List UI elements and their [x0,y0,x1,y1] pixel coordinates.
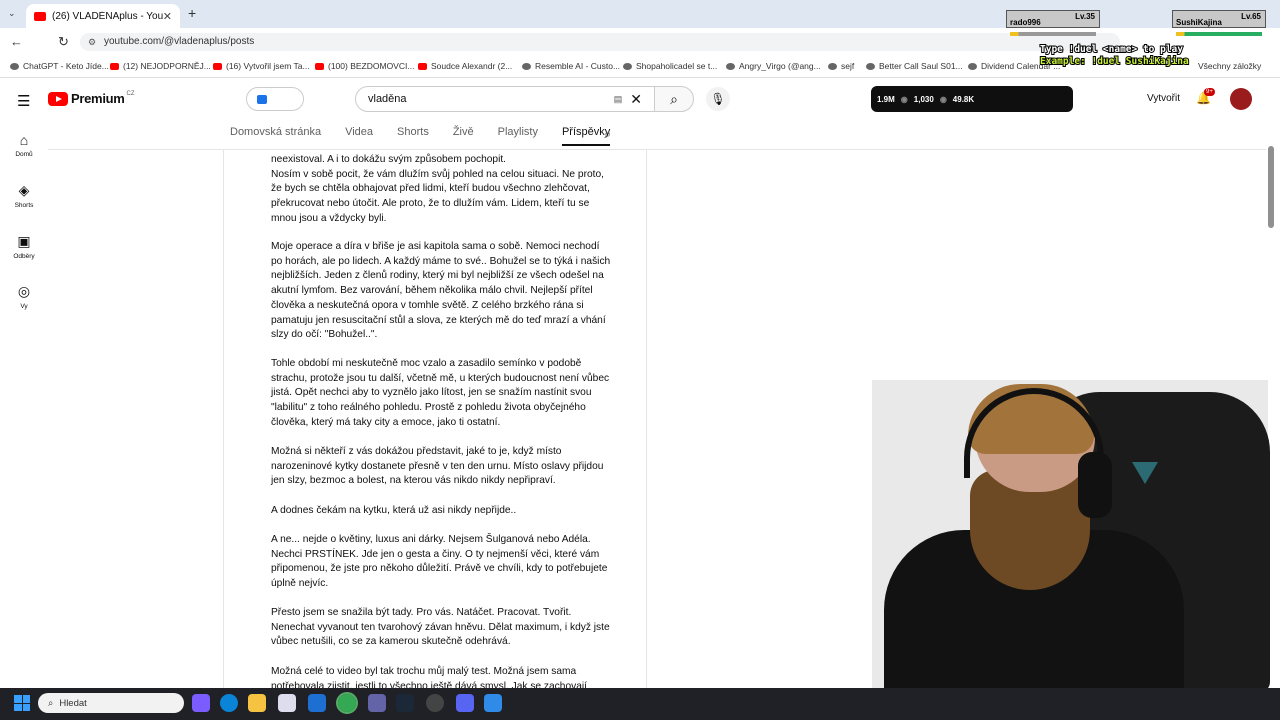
youtube-logo[interactable]: Premium CZ [48,91,135,106]
logo-text: Premium [71,91,125,106]
duel-instruction: Type !duel <name> to play [1039,43,1184,56]
taskbar-search[interactable]: ⌕ Hledat [38,693,184,713]
tab-videos[interactable]: Videa [345,126,373,146]
windows-start-icon[interactable] [14,695,30,711]
discord-icon[interactable] [456,694,474,712]
you-icon: ◎ [17,283,31,299]
bookmark-item[interactable]: Better Call Saul S01... [866,61,963,71]
sidebar-item-you[interactable]: ◎ Vy [0,283,48,310]
chrome-icon[interactable] [336,692,358,714]
eye-icon: ◉ [939,94,947,104]
app-icon[interactable] [484,694,502,712]
subscriptions-icon: ▣ [17,233,31,249]
stats-extension-bar: 1.9M ◉ 1,030 ◉ 49.8K [871,86,1073,112]
chair-logo-icon [1132,462,1158,484]
site-info-icon[interactable]: ⚙ [88,37,96,48]
bookmark-item[interactable]: (12) NEJODPORNĚJ... [110,61,211,71]
channel-search-icon[interactable]: ⌕ [604,126,611,142]
close-tab-icon[interactable]: ✕ [163,10,172,23]
post-paragraph: Přesto jsem se snažila být tady. Pro vás… [271,607,610,648]
obs-icon[interactable] [426,694,444,712]
youtube-play-icon [48,91,68,106]
shorts-icon: ◈ [18,182,30,198]
teams-icon[interactable] [368,694,386,712]
watch-stat: 49.8K [952,94,975,104]
steam-icon[interactable] [396,694,414,712]
menu-icon[interactable]: ☰ [17,92,30,110]
bookmark-item[interactable]: (16) Vytvořil jsem Ta... [213,61,310,71]
mail-icon[interactable] [308,694,326,712]
bookmark-item[interactable]: Shopaholicadel se t... [623,61,717,71]
hp-bar [1010,32,1096,36]
headphone-earcup [1078,452,1112,518]
post-paragraph: Možná celé to video byl tak trochu můj m… [271,666,587,688]
tab-posts[interactable]: Příspěvky [561,126,611,146]
voice-search-icon[interactable]: 🎙 [706,87,730,111]
post-paragraph: Moje operace a díra v břiše je asi kapit… [271,241,611,341]
tab-home[interactable]: Domovská stránka [230,126,321,146]
community-post: neexistoval. A i to dokážu svým způsobem… [223,150,647,688]
eye-icon: ◉ [900,94,908,104]
new-tab-icon[interactable]: + [188,5,196,21]
search-input[interactable]: vladěna ▤ ✕ [355,86,655,112]
tab-shorts[interactable]: Shorts [397,126,429,146]
tab-search-icon[interactable]: ⌄ [8,8,16,19]
clear-search-icon[interactable]: ✕ [630,91,642,108]
subs-stat: 1,030 [913,94,934,104]
post-paragraph: A ne... nejde o květiny, luxus ani dárky… [271,534,608,590]
home-icon: ⌂ [19,132,29,148]
create-button[interactable]: Vytvořit [1112,88,1180,110]
sidebar-item-shorts[interactable]: ◈ Shorts [0,182,48,209]
duel-hud-right: SushiKajina Lv.65 [1172,10,1266,36]
extension-pill-button[interactable] [246,87,304,111]
youtube-favicon-icon [34,11,46,21]
views-stat: 1.9M [877,94,895,104]
search-icon: ⌕ [48,697,54,709]
post-paragraph: Možná si někteří z vás dokážou představi… [271,446,604,487]
copilot-icon[interactable] [192,694,210,712]
post-paragraph: Tohle období mi neskutečně moc vzalo a z… [271,358,610,428]
reload-icon[interactable]: ↻ [58,34,69,50]
account-avatar[interactable] [1230,88,1252,110]
tab-live[interactable]: Živě [453,126,474,146]
tab-title: (26) VLADĚNAplus - YouTube [52,10,163,22]
tab-playlists[interactable]: Playlisty [498,126,538,146]
post-paragraph: neexistoval. A i to dokážu svým způsobem… [271,154,604,224]
post-paragraph: A dodnes čekám na kytku, která už asi ni… [271,505,517,516]
bookmark-item[interactable]: Resemble AI - Custo... [522,61,620,71]
hp-bar [1176,32,1262,36]
notification-badge: 9+ [1204,88,1215,96]
back-icon[interactable]: ← [10,34,23,49]
extension-icon [257,95,267,104]
url-field[interactable]: youtube.com/@vladenaplus/posts [80,33,1120,51]
edge-icon[interactable] [220,694,238,712]
sidebar-item-home[interactable]: ⌂ Domů [0,132,48,158]
search-query: vladěna [368,93,407,105]
duel-hud-left: rado996 Lv.35 [1006,10,1100,36]
file-explorer-icon[interactable] [248,694,266,712]
bookmark-item[interactable]: Angry_Virgo (@ang... [726,61,821,71]
channel-tabs: Domovská stránka Videa Shorts Živě Playl… [230,126,611,146]
bookmark-item[interactable]: sejf [828,61,854,71]
all-bookmarks[interactable]: Všechny záložky [1198,61,1261,71]
logo-region: CZ [126,90,135,97]
search-button[interactable]: ⌕ [654,86,694,112]
page-scrollbar[interactable] [1268,146,1274,228]
sidebar-item-subscriptions[interactable]: ▣ Odběry [0,233,48,260]
bookmark-item[interactable]: ChatGPT - Keto Jíde... [10,61,109,71]
browser-tab[interactable]: (26) VLADĚNAplus - YouTube ✕ [26,4,180,28]
store-icon[interactable] [278,694,296,712]
bookmark-item[interactable]: (100) BEZDOMOVCI... [315,61,414,71]
duel-example: Example: !duel SushiKajina [1039,55,1190,68]
keyboard-icon[interactable]: ▤ [614,94,623,105]
bookmark-item[interactable]: Soudce Alexandr (2... [418,61,512,71]
